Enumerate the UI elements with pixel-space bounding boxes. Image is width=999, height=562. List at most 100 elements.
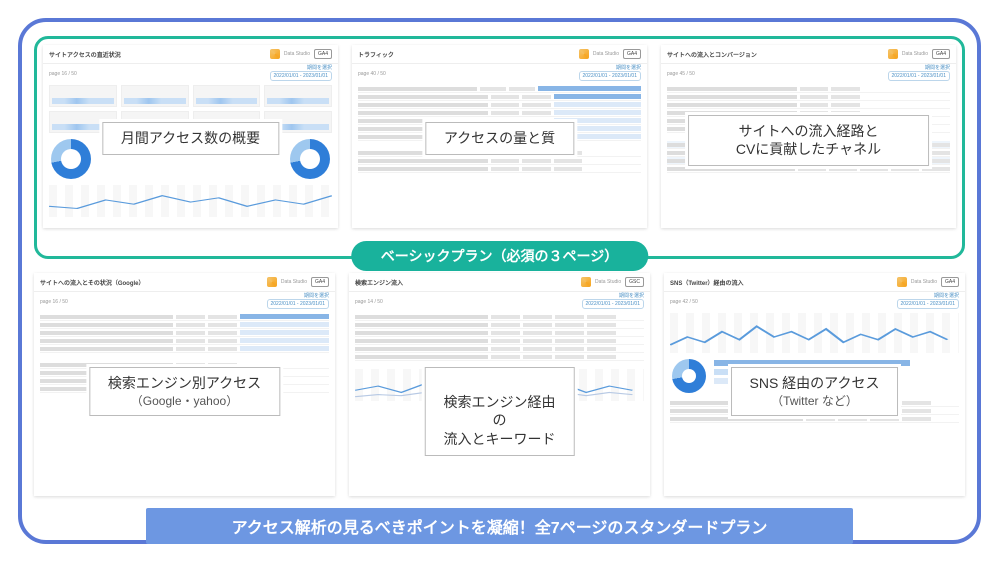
pager-row: page 16 / 50 2022/01/01 - 2023/01/01 xyxy=(43,71,338,81)
card-caption: 月間アクセス数の概要 xyxy=(102,122,279,155)
pager-row: page 42 / 50 2022/01/01 - 2023/01/01 xyxy=(664,299,965,309)
source-badge: GSC xyxy=(625,277,644,287)
table-row xyxy=(667,85,950,93)
page-number: page 45 / 50 xyxy=(667,71,695,81)
card-head: サイトへの流入とその状況（Google） Data Studio GA4 xyxy=(34,273,335,292)
basic-plan-group: サイトアクセスの直近状況 Data Studio GA4 期間を選択 page … xyxy=(34,36,965,259)
sns-donut-chart xyxy=(672,359,706,393)
standard-plan-frame: サイトアクセスの直近状況 Data Studio GA4 期間を選択 page … xyxy=(18,18,981,544)
card-head: トラフィック Data Studio GA4 xyxy=(352,45,647,64)
device-donut-chart xyxy=(51,139,91,179)
table-row xyxy=(355,345,644,353)
session-donut-chart xyxy=(290,139,330,179)
date-picker[interactable]: 2022/01/01 - 2023/01/01 xyxy=(897,299,960,309)
card-caption: アクセスの量と質 xyxy=(425,122,574,155)
pager-row: page 40 / 50 2022/01/01 - 2023/01/01 xyxy=(352,71,647,81)
tool-name: Data Studio xyxy=(593,51,619,57)
tool-name: Data Studio xyxy=(902,51,928,57)
table-row xyxy=(355,329,644,337)
card-title: サイトへの流入とコンバージョン xyxy=(667,50,757,59)
page-number: page 14 / 50 xyxy=(355,299,383,309)
card-title: 検索エンジン流入 xyxy=(355,278,403,287)
pager-row: page 14 / 50 2022/01/01 - 2023/01/01 xyxy=(349,299,650,309)
card-head: サイトへの流入とコンバージョン Data Studio GA4 xyxy=(661,45,956,64)
period-label: 期間を選択 xyxy=(661,64,956,71)
caption-sub: （Twitter など） xyxy=(750,393,880,409)
period-label: 期間を選択 xyxy=(34,292,335,299)
analytics-logo-icon xyxy=(888,49,898,59)
table-row xyxy=(358,85,641,93)
caption-sub: （Google・yahoo） xyxy=(108,393,261,409)
table-row xyxy=(355,321,644,329)
card-head-right: Data Studio GA4 xyxy=(579,49,641,59)
source-badge: GA4 xyxy=(941,277,959,287)
table-row xyxy=(355,353,644,361)
analytics-logo-icon xyxy=(897,277,907,287)
date-picker[interactable]: 2022/01/01 - 2023/01/01 xyxy=(582,299,645,309)
trend-chart xyxy=(49,185,332,217)
card-title: トラフィック xyxy=(358,50,394,59)
table-row xyxy=(355,313,644,321)
date-picker[interactable]: 2022/01/01 - 2023/01/01 xyxy=(270,71,333,81)
tool-name: Data Studio xyxy=(281,279,307,285)
analytics-logo-icon xyxy=(581,277,591,287)
page-number: page 16 / 50 xyxy=(49,71,77,81)
metric-tile xyxy=(49,85,117,107)
analytics-logo-icon xyxy=(579,49,589,59)
card-title: サイトへの流入とその状況（Google） xyxy=(40,278,145,287)
report-card-traffic[interactable]: トラフィック Data Studio GA4 期間を選択 page 40 / 5… xyxy=(352,45,647,228)
basic-plan-ribbon: ベーシックプラン（必須の３ページ） xyxy=(351,241,648,271)
report-card-overview[interactable]: サイトアクセスの直近状況 Data Studio GA4 期間を選択 page … xyxy=(43,45,338,228)
caption-text: アクセスの量と質 xyxy=(444,130,555,146)
tool-name: Data Studio xyxy=(595,279,621,285)
card-caption: 検索エンジン別アクセス （Google・yahoo） xyxy=(89,367,280,416)
analytics-logo-icon xyxy=(270,49,280,59)
page-number: page 16 / 50 xyxy=(40,299,68,309)
page-number: page 42 / 50 xyxy=(670,299,698,309)
date-picker[interactable]: 2022/01/01 - 2023/01/01 xyxy=(579,71,642,81)
source-badge: GA4 xyxy=(311,277,329,287)
source-badge: GA4 xyxy=(314,49,332,59)
search-table xyxy=(34,309,335,357)
table-row xyxy=(40,345,329,353)
analytics-logo-icon xyxy=(267,277,277,287)
caption-text: 月間アクセス数の概要 xyxy=(121,130,260,146)
card-title: SNS（Twitter）経由の流入 xyxy=(670,278,744,287)
cards-grid: サイトアクセスの直近状況 Data Studio GA4 期間を選択 page … xyxy=(34,36,965,496)
caption-text: サイトへの流入経路と CVに貢献したチャネル xyxy=(736,123,881,158)
report-card-search-engine[interactable]: サイトへの流入とその状況（Google） Data Studio GA4 期間を… xyxy=(34,273,335,496)
card-head: SNS（Twitter）経由の流入 Data Studio GA4 xyxy=(664,273,965,292)
card-head-right: Data Studio GA4 xyxy=(888,49,950,59)
card-caption: サイトへの流入経路と CVに貢献したチャネル xyxy=(688,115,930,167)
table-row xyxy=(40,329,329,337)
keyword-table xyxy=(349,309,650,365)
caption-text: 検索エンジン経由の 流入とキーワード xyxy=(444,394,556,448)
table-row xyxy=(355,337,644,345)
table-row xyxy=(358,93,641,101)
table-row xyxy=(358,101,641,109)
date-picker[interactable]: 2022/01/01 - 2023/01/01 xyxy=(267,299,330,309)
card-head-right: Data Studio GA4 xyxy=(270,49,332,59)
pager-row: page 16 / 50 2022/01/01 - 2023/01/01 xyxy=(34,299,335,309)
report-card-keyword[interactable]: 検索エンジン流入 Data Studio GSC 期間を選択 page 14 /… xyxy=(349,273,650,496)
card-head-right: Data Studio GA4 xyxy=(267,277,329,287)
period-label: 期間を選択 xyxy=(43,64,338,71)
caption-text: SNS 経由のアクセス xyxy=(750,375,880,391)
card-head-right: Data Studio GSC xyxy=(581,277,644,287)
page-number: page 40 / 50 xyxy=(358,71,386,81)
metric-tile xyxy=(121,85,189,107)
period-label: 期間を選択 xyxy=(352,64,647,71)
period-label: 期間を選択 xyxy=(349,292,650,299)
table-row xyxy=(358,157,641,165)
table-row xyxy=(670,415,959,423)
standard-plan-ribbon: アクセス解析の見るべきポイントを凝縮！全7ページのスタンダードプラン xyxy=(146,508,853,544)
tool-name: Data Studio xyxy=(911,279,937,285)
card-head: 検索エンジン流入 Data Studio GSC xyxy=(349,273,650,292)
report-card-channel-cv[interactable]: サイトへの流入とコンバージョン Data Studio GA4 期間を選択 pa… xyxy=(661,45,956,228)
date-picker[interactable]: 2022/01/01 - 2023/01/01 xyxy=(888,71,951,81)
card-head-right: Data Studio GA4 xyxy=(897,277,959,287)
pager-row: page 45 / 50 2022/01/01 - 2023/01/01 xyxy=(661,71,956,81)
card-head: サイトアクセスの直近状況 Data Studio GA4 xyxy=(43,45,338,64)
table-row xyxy=(358,165,641,173)
report-card-sns[interactable]: SNS（Twitter）経由の流入 Data Studio GA4 期間を選択 … xyxy=(664,273,965,496)
